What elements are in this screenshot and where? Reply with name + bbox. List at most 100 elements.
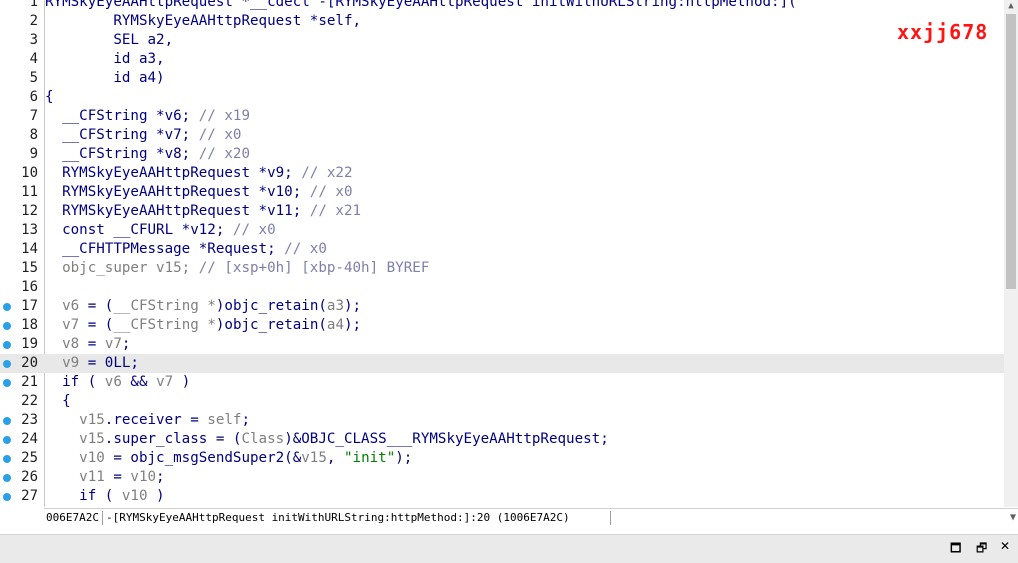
breakpoint-dot-icon[interactable]	[3, 417, 11, 425]
line-gutter[interactable]: 9	[0, 145, 44, 164]
code-text[interactable]: RYMSkyEyeAAHttpRequest *v11; // x21	[45, 202, 361, 221]
line-gutter[interactable]: 24	[0, 430, 44, 449]
code-line[interactable]: 23 v15.receiver = self;	[0, 411, 1004, 430]
line-gutter[interactable]: 25	[0, 449, 44, 468]
breakpoint-dot-icon[interactable]	[3, 341, 11, 349]
code-line[interactable]: 17 v6 = (__CFString *)objc_retain(a3);	[0, 297, 1004, 316]
line-gutter[interactable]: 10	[0, 164, 44, 183]
line-number: 7	[29, 108, 38, 124]
code-text[interactable]: {	[45, 88, 54, 107]
code-text[interactable]: v8 = v7;	[45, 335, 130, 354]
code-text[interactable]: const __CFURL *v12; // x0	[45, 221, 276, 240]
line-gutter[interactable]: 21	[0, 373, 44, 392]
code-line[interactable]: 5 id a4)	[0, 69, 1004, 88]
code-line[interactable]: 22 {	[0, 392, 1004, 411]
code-text[interactable]: v6 = (__CFString *)objc_retain(a3);	[45, 297, 361, 316]
line-gutter[interactable]: 8	[0, 126, 44, 145]
code-text[interactable]: v15.super_class = (Class)&OBJC_CLASS___R…	[45, 430, 609, 449]
breakpoint-dot-icon[interactable]	[3, 303, 11, 311]
breakpoint-dot-icon[interactable]	[3, 436, 11, 444]
code-text[interactable]: v9 = 0LL;	[45, 354, 139, 373]
pseudocode-view[interactable]: 1 RYMSkyEyeAAHttpRequest *__cdecl -[RYMSk…	[0, 0, 1004, 507]
code-text[interactable]: RYMSkyEyeAAHttpRequest *v9; // x22	[45, 164, 352, 183]
code-text[interactable]: __CFString *v7; // x0	[45, 126, 241, 145]
code-line[interactable]: 27 if ( v10 )	[0, 487, 1004, 506]
code-text[interactable]: __CFString *v6; // x19	[45, 107, 250, 126]
line-gutter[interactable]: 14	[0, 240, 44, 259]
code-line[interactable]: 9 __CFString *v8; // x20	[0, 145, 1004, 164]
close-icon[interactable]: ✕	[1000, 539, 1010, 553]
code-text[interactable]: id a3,	[45, 50, 164, 69]
line-gutter[interactable]: 15	[0, 259, 44, 278]
code-line[interactable]: 19 v8 = v7;	[0, 335, 1004, 354]
line-gutter[interactable]: 19	[0, 335, 44, 354]
scroll-up-arrow-icon[interactable]: ▲	[1004, 0, 1018, 12]
line-gutter[interactable]: 5	[0, 69, 44, 88]
code-line[interactable]: 21 if ( v6 && v7 )	[0, 373, 1004, 392]
breakpoint-dot-icon[interactable]	[3, 322, 11, 330]
line-gutter[interactable]: 2	[0, 12, 44, 31]
code-text[interactable]: if ( v6 && v7 )	[45, 373, 190, 392]
line-number: 22	[21, 393, 38, 409]
restore-icon[interactable]: 🗗	[976, 539, 987, 560]
code-line[interactable]: 24 v15.super_class = (Class)&OBJC_CLASS_…	[0, 430, 1004, 449]
line-gutter[interactable]: 16	[0, 278, 44, 297]
code-line[interactable]: 8 __CFString *v7; // x0	[0, 126, 1004, 145]
line-gutter[interactable]: 1	[0, 0, 44, 12]
code-line[interactable]: 11 RYMSkyEyeAAHttpRequest *v10; // x0	[0, 183, 1004, 202]
scrollbar-thumb[interactable]	[1006, 14, 1016, 289]
code-line[interactable]: 18 v7 = (__CFString *)objc_retain(a4);	[0, 316, 1004, 335]
code-line[interactable]: 15 objc_super v15; // [xsp+0h] [xbp-40h]…	[0, 259, 1004, 278]
code-text[interactable]: v7 = (__CFString *)objc_retain(a4);	[45, 316, 361, 335]
code-text[interactable]: v11 = v10;	[45, 468, 164, 487]
breakpoint-dot-icon[interactable]	[3, 379, 11, 387]
code-text[interactable]: id a4)	[45, 69, 164, 88]
code-line[interactable]: 12 RYMSkyEyeAAHttpRequest *v11; // x21	[0, 202, 1004, 221]
code-text[interactable]: {	[45, 392, 71, 411]
line-gutter[interactable]: 27	[0, 487, 44, 506]
line-gutter[interactable]: 18	[0, 316, 44, 335]
scroll-down-arrow-icon[interactable]: ▼	[1010, 509, 1016, 527]
vertical-scrollbar[interactable]: ▲	[1004, 0, 1018, 507]
code-line[interactable]: 3 SEL a2,	[0, 31, 1004, 50]
maximize-icon[interactable]: 🗖	[950, 539, 961, 560]
code-line[interactable]: 13 const __CFURL *v12; // x0	[0, 221, 1004, 240]
line-gutter[interactable]: 12	[0, 202, 44, 221]
line-gutter[interactable]: 3	[0, 31, 44, 50]
code-line[interactable]: 1 RYMSkyEyeAAHttpRequest *__cdecl -[RYMSk…	[0, 0, 1004, 12]
code-text[interactable]: __CFString *v8; // x20	[45, 145, 250, 164]
line-gutter[interactable]: 6	[0, 88, 44, 107]
line-gutter[interactable]: 17	[0, 297, 44, 316]
code-line[interactable]: 14 __CFHTTPMessage *Request; // x0	[0, 240, 1004, 259]
breakpoint-dot-icon[interactable]	[3, 455, 11, 463]
code-line[interactable]: 7 __CFString *v6; // x19	[0, 107, 1004, 126]
code-line[interactable]: 25 v10 = objc_msgSendSuper2(&v15, "init"…	[0, 449, 1004, 468]
code-text[interactable]: RYMSkyEyeAAHttpRequest *self,	[45, 12, 361, 31]
code-text[interactable]: v15.receiver = self;	[45, 411, 250, 430]
code-text[interactable]: RYMSkyEyeAAHttpRequest *__cdecl -[RYMSky…	[45, 0, 797, 12]
code-line[interactable]: 2 RYMSkyEyeAAHttpRequest *self,	[0, 12, 1004, 31]
code-text[interactable]: RYMSkyEyeAAHttpRequest *v10; // x0	[45, 183, 352, 202]
code-line[interactable]: 10 RYMSkyEyeAAHttpRequest *v9; // x22	[0, 164, 1004, 183]
line-gutter[interactable]: 23	[0, 411, 44, 430]
breakpoint-dot-icon[interactable]	[3, 360, 11, 368]
line-gutter[interactable]: 20	[0, 354, 44, 373]
line-gutter[interactable]: 22	[0, 392, 44, 411]
code-line[interactable]: 26 v11 = v10;	[0, 468, 1004, 487]
code-text[interactable]: if ( v10 )	[45, 487, 164, 506]
line-gutter[interactable]: 26	[0, 468, 44, 487]
breakpoint-dot-icon[interactable]	[3, 474, 11, 482]
line-gutter[interactable]: 7	[0, 107, 44, 126]
line-gutter[interactable]: 13	[0, 221, 44, 240]
code-text[interactable]: __CFHTTPMessage *Request; // x0	[45, 240, 327, 259]
code-line[interactable]: 6{	[0, 88, 1004, 107]
code-text[interactable]: SEL a2,	[45, 31, 173, 50]
code-line[interactable]: 16	[0, 278, 1004, 297]
breakpoint-dot-icon[interactable]	[3, 493, 11, 501]
code-text[interactable]: objc_super v15; // [xsp+0h] [xbp-40h] BY…	[45, 259, 429, 278]
code-line[interactable]: 20 v9 = 0LL;	[0, 354, 1004, 373]
code-line[interactable]: 4 id a3,	[0, 50, 1004, 69]
line-gutter[interactable]: 11	[0, 183, 44, 202]
code-text[interactable]: v10 = objc_msgSendSuper2(&v15, "init");	[45, 449, 412, 468]
line-gutter[interactable]: 4	[0, 50, 44, 69]
